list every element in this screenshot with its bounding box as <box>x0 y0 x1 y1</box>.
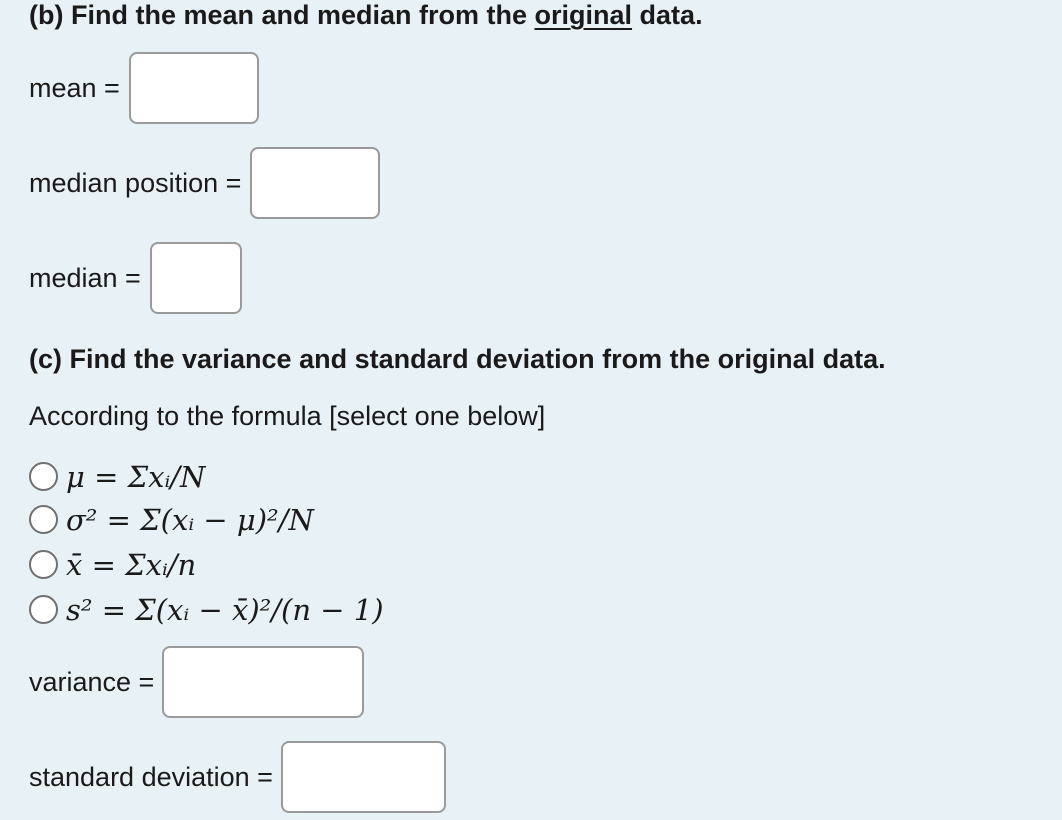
variance-label: variance = <box>29 666 155 697</box>
std-dev-row: standard deviation = <box>29 741 446 813</box>
formula-population-variance: σ² = Σ(xᵢ − μ)²/N <box>66 502 314 537</box>
median-label: median = <box>29 262 141 293</box>
mean-row: mean = <box>29 52 259 124</box>
std-dev-label: standard deviation = <box>29 761 273 792</box>
radio-button[interactable] <box>29 550 58 579</box>
radio-button[interactable] <box>29 595 58 624</box>
formula-instruction: According to the formula [select one bel… <box>29 401 546 431</box>
part-b-heading-prefix: (b) Find the mean and median from the <box>29 0 535 30</box>
part-b-heading: (b) Find the mean and median from the or… <box>29 0 703 30</box>
variance-row: variance = <box>29 646 365 718</box>
median-row: median = <box>29 242 242 314</box>
part-c-heading: (c) Find the variance and standard devia… <box>29 344 886 374</box>
radio-button[interactable] <box>29 462 58 491</box>
variance-input[interactable] <box>162 646 365 718</box>
std-dev-input[interactable] <box>280 741 446 813</box>
part-b-heading-emphasis: original <box>534 0 633 30</box>
formula-option-population-variance[interactable]: σ² = Σ(xᵢ − μ)²/N <box>29 497 384 542</box>
question-page: (b) Find the mean and median from the or… <box>29 0 1049 820</box>
formula-sample-mean: x̄ = Σxᵢ/n <box>66 547 197 582</box>
median-position-input[interactable] <box>250 147 381 219</box>
median-input[interactable] <box>149 242 242 314</box>
part-b-heading-suffix: data. <box>632 0 703 30</box>
formula-option-sample-mean[interactable]: x̄ = Σxᵢ/n <box>29 542 384 587</box>
formula-option-population-mean[interactable]: μ = Σxᵢ/N <box>29 454 384 499</box>
median-position-row: median position = <box>29 147 381 219</box>
mean-label: mean = <box>29 72 120 103</box>
formula-options: μ = Σxᵢ/N σ² = Σ(xᵢ − μ)²/N x̄ = Σxᵢ/n s… <box>29 454 384 632</box>
formula-sample-variance: s² = Σ(xᵢ − x̄)²/(n − 1) <box>66 592 384 627</box>
median-position-label: median position = <box>29 167 242 198</box>
formula-population-mean: μ = Σxᵢ/N <box>66 459 206 494</box>
mean-input[interactable] <box>128 52 259 124</box>
radio-button[interactable] <box>29 505 58 534</box>
formula-option-sample-variance[interactable]: s² = Σ(xᵢ − x̄)²/(n − 1) <box>29 587 384 632</box>
